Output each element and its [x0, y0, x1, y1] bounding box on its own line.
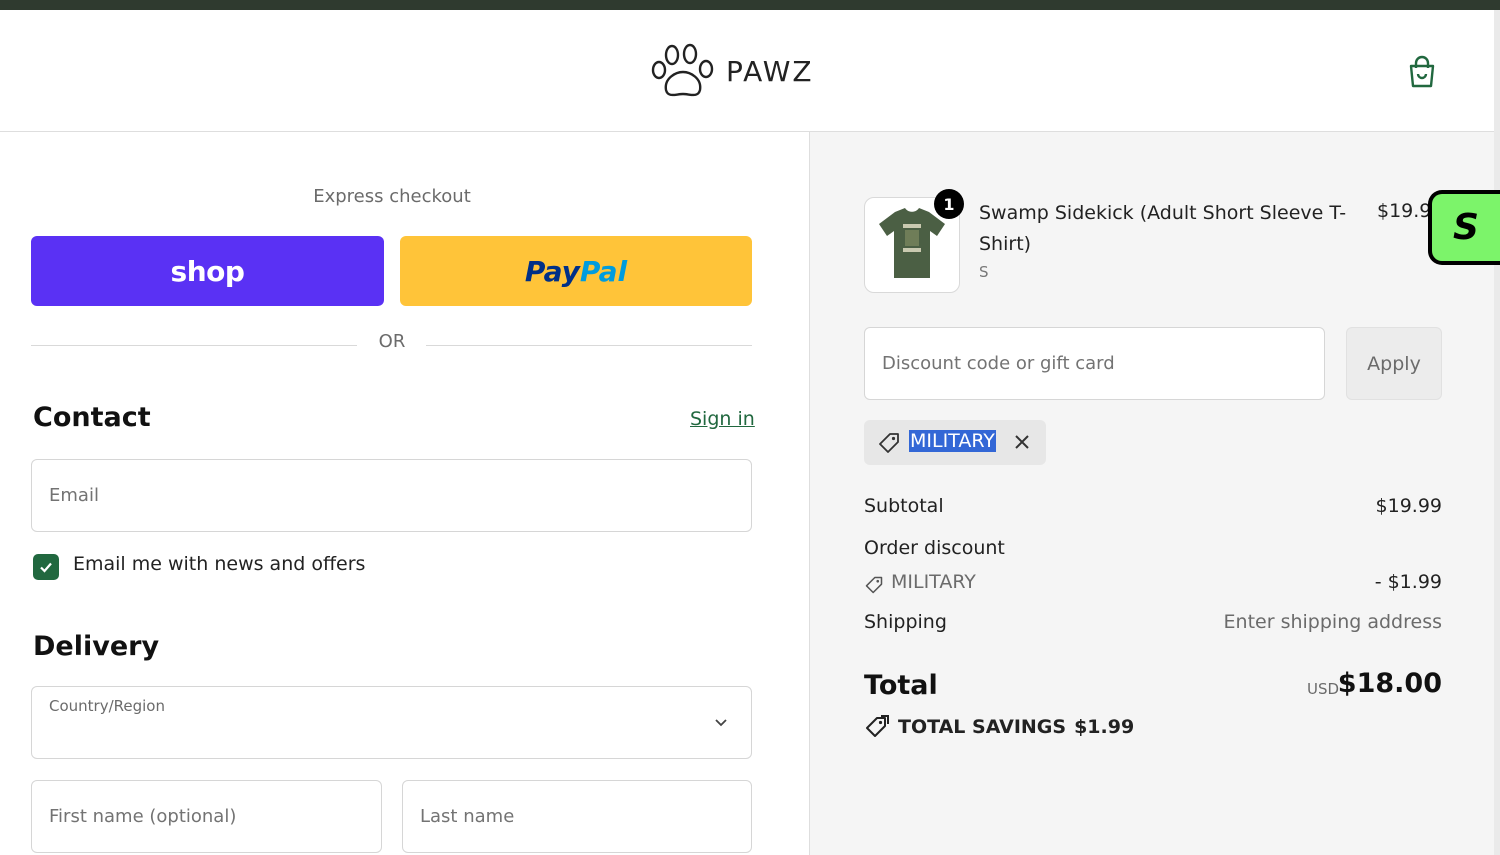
- shopping-bag-icon: [1409, 55, 1435, 88]
- product-name: Swamp Sidekick (Adult Short Sleeve T-Shi…: [979, 202, 1347, 255]
- applied-discount-chip: MILITARY: [864, 420, 1046, 465]
- subtotal-label: Subtotal: [864, 495, 944, 517]
- currency-code: USD: [1307, 680, 1340, 698]
- total-label: Total: [864, 670, 938, 701]
- total-savings: TOTAL SAVINGS $1.99: [864, 714, 1134, 740]
- first-name-field[interactable]: [31, 780, 382, 853]
- paypal-label-pay: Pay: [524, 254, 580, 288]
- discount-code-label: MILITARY: [891, 571, 976, 593]
- email-input[interactable]: [32, 460, 751, 531]
- express-checkout-label: Express checkout: [313, 186, 471, 207]
- applied-code: MILITARY: [909, 430, 996, 452]
- site-header: PAWZ: [0, 10, 1500, 132]
- apply-discount-button[interactable]: Apply: [1346, 327, 1442, 400]
- newsletter-checkbox[interactable]: [33, 554, 59, 580]
- contact-heading: Contact: [33, 402, 151, 433]
- product-variant: S: [979, 263, 989, 281]
- order-discount-label: Order discount: [864, 537, 1005, 559]
- tag-icon: [879, 433, 899, 453]
- top-accent-bar: [0, 0, 1500, 10]
- tag-icon: [865, 576, 883, 594]
- window-edge: [1494, 10, 1500, 855]
- discount-input[interactable]: [865, 328, 1324, 399]
- savings-tag-icon: [866, 715, 889, 737]
- discount-value: - $1.99: [1374, 571, 1442, 593]
- brand-logo[interactable]: PAWZ: [650, 42, 814, 100]
- country-select[interactable]: Country/Region: [31, 686, 752, 759]
- first-name-input[interactable]: [32, 781, 381, 852]
- savings-label: TOTAL SAVINGS: [898, 716, 1067, 738]
- cart-button[interactable]: [1404, 54, 1440, 90]
- paypal-label-pal: Pal: [579, 254, 628, 288]
- sign-in-link[interactable]: Sign in: [690, 408, 755, 430]
- delivery-heading: Delivery: [33, 631, 160, 662]
- total-value: $18.00: [1337, 668, 1442, 699]
- or-divider: OR: [31, 331, 752, 355]
- email-field[interactable]: [31, 459, 752, 532]
- last-name-field[interactable]: [402, 780, 752, 853]
- quantity-badge: 1: [934, 189, 964, 219]
- remove-discount-icon[interactable]: [1011, 431, 1033, 453]
- or-label: OR: [378, 331, 406, 352]
- chevron-down-icon: [715, 719, 727, 727]
- country-label: Country/Region: [49, 697, 165, 715]
- brand-name: PAWZ: [726, 54, 814, 88]
- floating-app-badge[interactable]: S: [1428, 190, 1500, 265]
- discount-field[interactable]: [864, 327, 1325, 400]
- checkmark-icon: [40, 562, 52, 573]
- shop-pay-button[interactable]: shop: [31, 236, 384, 306]
- paw-icon: [651, 43, 714, 97]
- subtotal-value: $19.99: [1375, 495, 1442, 517]
- newsletter-label: Email me with news and offers: [73, 553, 366, 575]
- divider-line: [31, 345, 357, 346]
- savings-value: $1.99: [1074, 716, 1135, 738]
- paypal-button[interactable]: PayPal: [400, 236, 752, 306]
- shipping-value: Enter shipping address: [1223, 611, 1442, 633]
- divider-line: [426, 345, 752, 346]
- last-name-input[interactable]: [403, 781, 751, 852]
- shipping-label: Shipping: [864, 611, 947, 633]
